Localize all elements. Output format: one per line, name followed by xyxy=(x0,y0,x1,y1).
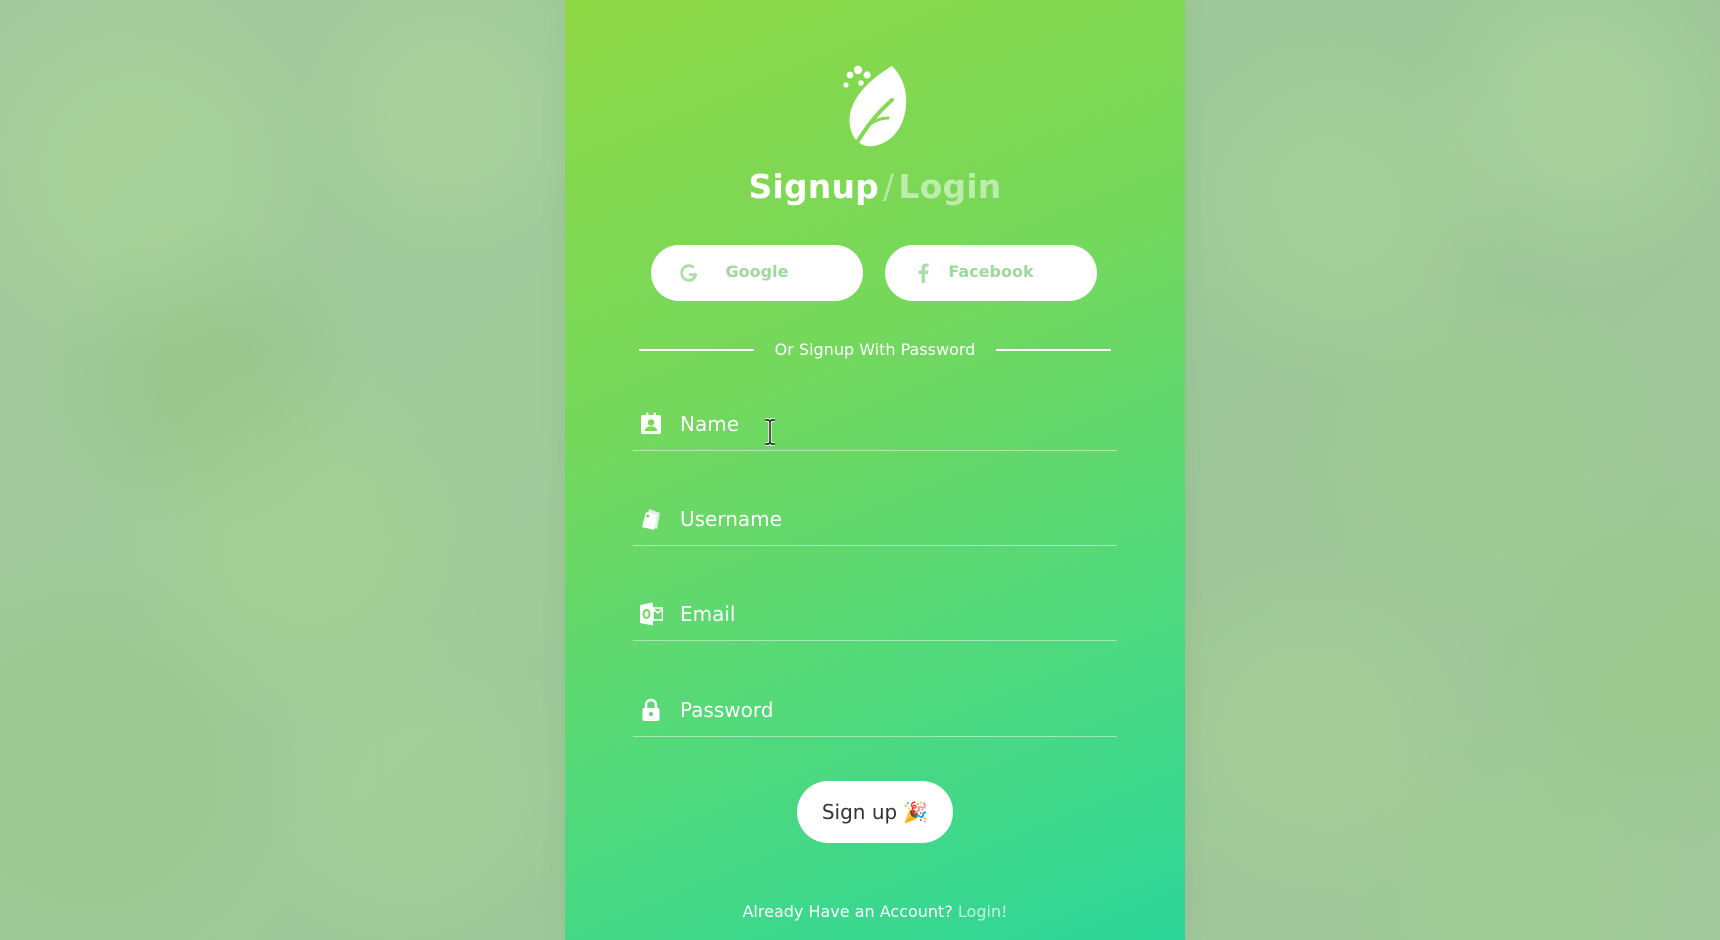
google-signup-button[interactable]: Google xyxy=(651,245,863,301)
google-label: Google xyxy=(725,262,789,281)
outlook-mail-icon xyxy=(639,602,664,626)
divider-line-right xyxy=(996,349,1111,351)
facebook-label: Facebook xyxy=(948,262,1034,281)
name-placeholder: Name xyxy=(680,412,740,436)
leaf-icon xyxy=(840,62,914,148)
login-tab[interactable]: Login xyxy=(898,167,1001,206)
contact-card-icon xyxy=(639,412,663,436)
login-link[interactable]: Login! xyxy=(958,902,1008,921)
page-title: Signup / Login xyxy=(565,167,1185,206)
tag-icon xyxy=(639,507,663,531)
signup-tab[interactable]: Signup xyxy=(749,167,880,206)
username-field[interactable]: Username xyxy=(633,495,1117,546)
login-prompt: Already Have an Account? Login! xyxy=(565,902,1185,921)
signup-submit-button[interactable]: Sign up 🎉 xyxy=(797,781,953,843)
password-field[interactable]: Password xyxy=(633,686,1117,737)
email-placeholder: Email xyxy=(680,602,736,626)
email-field[interactable]: Email xyxy=(633,590,1117,641)
facebook-signup-button[interactable]: Facebook xyxy=(885,245,1097,301)
or-divider: Or Signup With Password xyxy=(639,339,1111,361)
text-cursor-icon xyxy=(763,418,777,446)
username-placeholder: Username xyxy=(680,507,782,531)
party-popper-icon: 🎉 xyxy=(903,800,929,824)
name-field[interactable]: Name xyxy=(633,400,1117,451)
lock-icon xyxy=(639,698,663,722)
signup-submit-label: Sign up xyxy=(821,800,898,824)
password-placeholder: Password xyxy=(680,698,774,722)
title-separator: / xyxy=(883,167,895,206)
signup-card: Signup / Login Google Facebook Or Signup W… xyxy=(565,0,1185,940)
login-prompt-text: Already Have an Account? xyxy=(742,902,953,921)
